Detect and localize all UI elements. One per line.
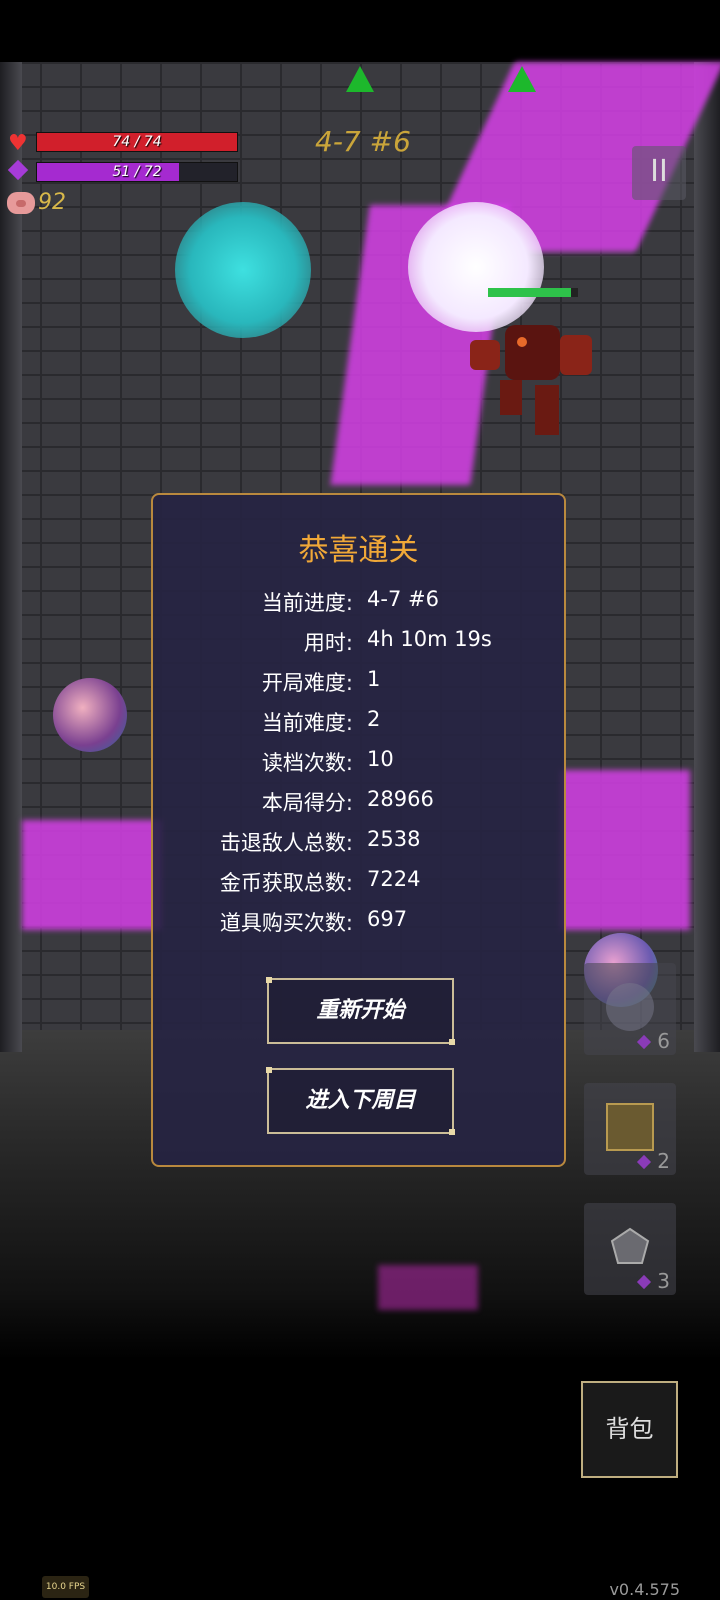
stat-value: 4-7 #6 xyxy=(367,587,439,611)
stat-row: 读档次数: 10 xyxy=(153,747,564,777)
magic-beam-right xyxy=(560,770,690,930)
stat-label: 读档次数: xyxy=(261,751,353,775)
stat-row: 击退敌人总数: 2538 xyxy=(153,827,564,857)
stage-clear-dialog: 恭喜通关 当前进度: 4-7 #6 用时: 4h 10m 19s 开局难度: 1 当前难度:… xyxy=(151,493,566,1167)
fps-counter: 10.0 FPS xyxy=(42,1576,89,1598)
stat-value: 10 xyxy=(367,747,394,771)
magic-beam-bottom xyxy=(378,1265,478,1310)
cube-icon xyxy=(606,1103,654,1151)
gem-icon xyxy=(636,1274,652,1290)
golem-enemy-icon xyxy=(470,325,592,435)
dialog-title: 恭喜通关 xyxy=(298,533,419,568)
stat-row: 当前难度: 2 xyxy=(153,707,564,737)
stat-value: 697 xyxy=(367,907,408,931)
stat-label: 用时: xyxy=(303,631,353,655)
stat-row: 金币获取总数: 7224 xyxy=(153,867,564,897)
mp-bar: 51 / 72 xyxy=(36,162,238,182)
piggy-bank-icon xyxy=(7,192,35,214)
stat-value: 28966 xyxy=(367,787,434,811)
stat-row: 开局难度: 1 xyxy=(153,667,564,697)
hp-text: 74 / 74 xyxy=(112,134,162,150)
stat-value: 7224 xyxy=(367,867,421,891)
heart-icon: ♥ xyxy=(8,131,28,156)
coin-count: 92 xyxy=(38,190,66,215)
stat-value: 2538 xyxy=(367,827,421,851)
stat-label: 当前进度: xyxy=(261,591,353,615)
bubble-left-icon xyxy=(53,678,127,752)
enemy-health-bar xyxy=(488,288,578,297)
stat-label: 本局得分: xyxy=(261,791,353,815)
stat-label: 金币获取总数: xyxy=(219,871,353,895)
stat-label: 道具购买次数: xyxy=(219,911,353,935)
mp-text: 51 / 72 xyxy=(112,164,162,180)
right-wall xyxy=(694,62,720,1052)
stat-value: 4h 10m 19s xyxy=(367,627,492,651)
magic-beam-left xyxy=(22,820,162,930)
next-cycle-button[interactable]: 进入下周目 xyxy=(266,1067,455,1135)
gem-icon xyxy=(636,1154,652,1170)
stat-row: 道具购买次数: 697 xyxy=(153,907,564,937)
gem-icon xyxy=(636,1034,652,1050)
skill-cost: 2 xyxy=(657,1149,670,1173)
skill-cost: 3 xyxy=(657,1269,670,1293)
stat-row: 当前进度: 4-7 #6 xyxy=(153,587,564,617)
exit-arrow-icon xyxy=(346,66,374,92)
enemy-health-fill xyxy=(488,288,571,297)
stat-row: 用时: 4h 10m 19s xyxy=(153,627,564,657)
pause-button[interactable]: II xyxy=(632,146,686,200)
hp-bar: 74 / 74 xyxy=(36,132,238,152)
version-label: v0.4.575 xyxy=(609,1580,680,1599)
stat-label: 击退敌人总数: xyxy=(219,831,353,855)
cyan-orb-effect xyxy=(175,202,311,338)
stat-row: 本局得分: 28966 xyxy=(153,787,564,817)
backpack-button[interactable]: 背包 xyxy=(581,1381,678,1478)
skill-slot-1[interactable]: 6 xyxy=(584,963,676,1055)
restart-button[interactable]: 重新开始 xyxy=(266,977,455,1045)
exit-arrow-icon xyxy=(508,66,536,92)
skill-slot-2[interactable]: 2 xyxy=(584,1083,676,1175)
stat-label: 开局难度: xyxy=(261,671,353,695)
skill-cost: 6 xyxy=(657,1029,670,1053)
stat-value: 1 xyxy=(367,667,381,691)
orb-icon xyxy=(606,983,654,1031)
stage-indicator: 4-7 #6 xyxy=(315,125,411,158)
top-bar xyxy=(0,0,720,62)
stat-label: 当前难度: xyxy=(261,711,353,735)
skill-slot-3[interactable]: 3 xyxy=(584,1203,676,1295)
d20-icon xyxy=(610,1227,650,1264)
stat-value: 2 xyxy=(367,707,381,731)
